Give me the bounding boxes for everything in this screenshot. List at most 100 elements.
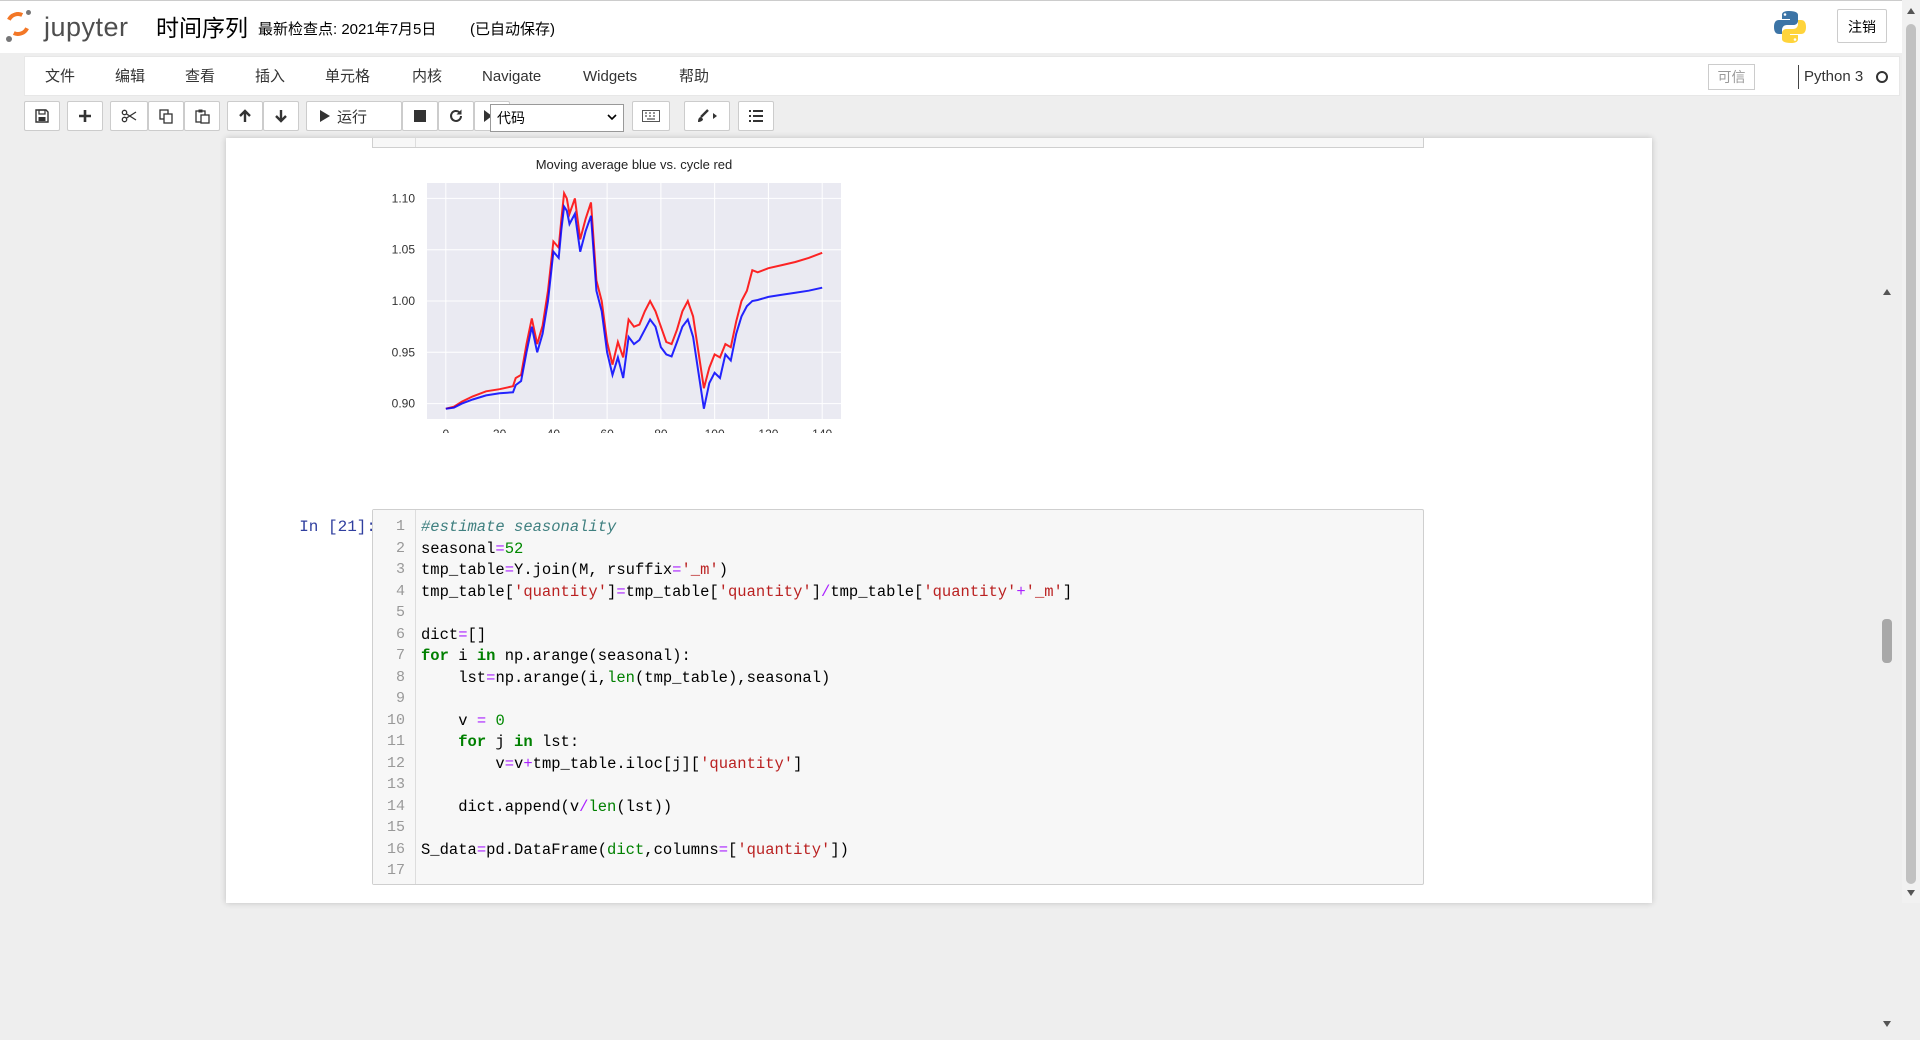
code-line-4: tmp_table['quantity']=tmp_table['quantit… — [421, 582, 1073, 601]
line-number: 5 — [395, 604, 405, 621]
line-number: 12 — [386, 754, 405, 772]
kernel-idle-icon — [1876, 71, 1888, 83]
y-tick-label: 1.00 — [392, 294, 416, 308]
y-tick-label: 1.05 — [392, 243, 416, 257]
line-number: 3 — [395, 561, 405, 578]
menu-insert[interactable]: 插入 — [255, 57, 285, 97]
plus-icon — [79, 110, 91, 122]
window-scrollbar[interactable] — [1902, 0, 1920, 903]
menu-widgets[interactable]: Widgets — [583, 57, 637, 97]
menu-cell[interactable]: 单元格 — [325, 57, 370, 97]
line-number: 2 — [395, 539, 405, 557]
notebook-scrollbar[interactable] — [1880, 283, 1894, 1035]
cell-type-select[interactable]: 代码 — [490, 104, 624, 132]
previous-cell-input[interactable] — [372, 138, 1424, 148]
code-line-12: v=v+tmp_table.iloc[j]['quantity'] — [421, 754, 803, 773]
notebook-header: jupyter 时间序列 最新检查点: 2021年7月5日 (已自动保存) 注销 — [0, 0, 1902, 53]
run-button[interactable]: 运行 — [306, 101, 402, 131]
menu-navigate[interactable]: Navigate — [482, 57, 541, 97]
line-number-gutter: 1 2 3 4 5 6 7 8 9 10 11 12 13 14 15 16 17 — [373, 510, 416, 884]
line-number: 15 — [386, 819, 405, 836]
code-line-2: seasonal=52 — [421, 539, 524, 558]
x-tick-label: 20 — [493, 427, 507, 433]
restart-button[interactable] — [438, 101, 474, 131]
checkpoint-status: 最新检查点: 2021年7月5日 — [258, 21, 437, 38]
stop-icon — [414, 110, 426, 122]
y-tick-label: 1.10 — [392, 191, 416, 205]
line-number: 16 — [386, 840, 405, 858]
menu-view[interactable]: 查看 — [185, 57, 215, 97]
code-line-8: lst=np.arange(i,len(tmp_table),seasonal) — [421, 668, 831, 687]
move-down-button[interactable] — [263, 101, 299, 131]
save-button[interactable] — [24, 101, 60, 131]
chevron-down-icon — [607, 114, 617, 121]
arrow-down-icon — [275, 110, 287, 123]
line-number: 17 — [386, 862, 405, 879]
line-number: 9 — [395, 690, 405, 707]
cell-type-value: 代码 — [497, 110, 525, 126]
moving-average-chart: Moving average blue vs. cycle red 0 20 40 6… — [392, 157, 841, 433]
line-number: 11 — [386, 733, 405, 750]
line-number: 13 — [386, 776, 405, 793]
code-line-10: v = 0 — [421, 711, 505, 730]
save-icon — [35, 109, 49, 123]
cell-prompt: In [21]: — [299, 518, 376, 536]
line-number: 4 — [395, 582, 405, 600]
line-number: 7 — [395, 647, 405, 664]
notebook-area: Moving average blue vs. cycle red 0 20 40 6… — [0, 138, 1902, 1027]
x-tick-label: 0 — [442, 427, 449, 433]
code-line-7: for i in np.arange(seasonal): — [421, 647, 691, 665]
cut-button[interactable] — [110, 101, 148, 131]
interrupt-button[interactable] — [402, 101, 438, 131]
y-tick-label: 0.90 — [392, 397, 416, 411]
jupyter-logo-text: jupyter — [44, 12, 129, 42]
kernel-name: Python 3 — [1804, 68, 1864, 85]
menu-help[interactable]: 帮助 — [679, 57, 709, 97]
x-tick-label: 40 — [547, 427, 561, 433]
line-number: 14 — [386, 797, 405, 815]
play-icon — [320, 110, 330, 122]
chart-title: Moving average blue vs. cycle red — [536, 157, 733, 172]
command-palette-button[interactable] — [632, 101, 670, 131]
code-line-16: S_data=pd.DataFrame(dict,columns=['quant… — [421, 840, 849, 859]
toc-button[interactable] — [738, 101, 774, 131]
celltoolbar-button[interactable] — [684, 101, 730, 131]
paintbrush-icon — [698, 109, 717, 122]
line-number: 10 — [386, 711, 405, 729]
menu-edit[interactable]: 编辑 — [115, 57, 145, 97]
x-tick-label: 100 — [705, 427, 725, 433]
menubar: 文件 编辑 查看 插入 单元格 内核 Navigate Widgets 帮助 可… — [24, 56, 1900, 96]
line-number: 6 — [395, 625, 405, 643]
jupyter-logo[interactable]: jupyter — [2, 8, 144, 44]
code-line-6: dict=[] — [421, 625, 487, 644]
autosave-status: (已自动保存) — [470, 21, 555, 38]
logout-button[interactable]: 注销 — [1837, 9, 1887, 43]
python-logo-icon — [1774, 11, 1806, 43]
list-icon — [749, 110, 763, 122]
menu-kernel[interactable]: 内核 — [412, 57, 442, 97]
x-tick-label: 80 — [654, 427, 668, 433]
copy-button[interactable] — [148, 101, 184, 131]
move-up-button[interactable] — [227, 101, 263, 131]
toolbar: 运行 代码 — [24, 101, 1900, 135]
trusted-indicator[interactable]: 可信 — [1708, 64, 1755, 90]
notebook-title[interactable]: 时间序列 — [156, 9, 248, 43]
paste-button[interactable] — [184, 101, 220, 131]
insert-cell-button[interactable] — [67, 101, 103, 131]
code-line-3: tmp_table=Y.join(M, rsuffix='_m') — [421, 561, 729, 579]
code-cell-input[interactable]: 1 2 3 4 5 6 7 8 9 10 11 12 13 14 15 16 17 #estimate seas… — [372, 509, 1424, 885]
x-tick-label: 60 — [600, 427, 614, 433]
arrow-up-icon — [239, 109, 251, 122]
line-number: 1 — [395, 518, 405, 535]
menu-file[interactable]: 文件 — [45, 57, 75, 97]
run-label: 运行 — [337, 108, 368, 126]
restart-icon — [450, 109, 462, 122]
code-line-14: dict.append(v/len(lst)) — [421, 797, 673, 816]
line-number: 8 — [395, 668, 405, 686]
keyboard-icon — [642, 110, 660, 122]
code-line-1: #estimate seasonality — [421, 518, 617, 536]
